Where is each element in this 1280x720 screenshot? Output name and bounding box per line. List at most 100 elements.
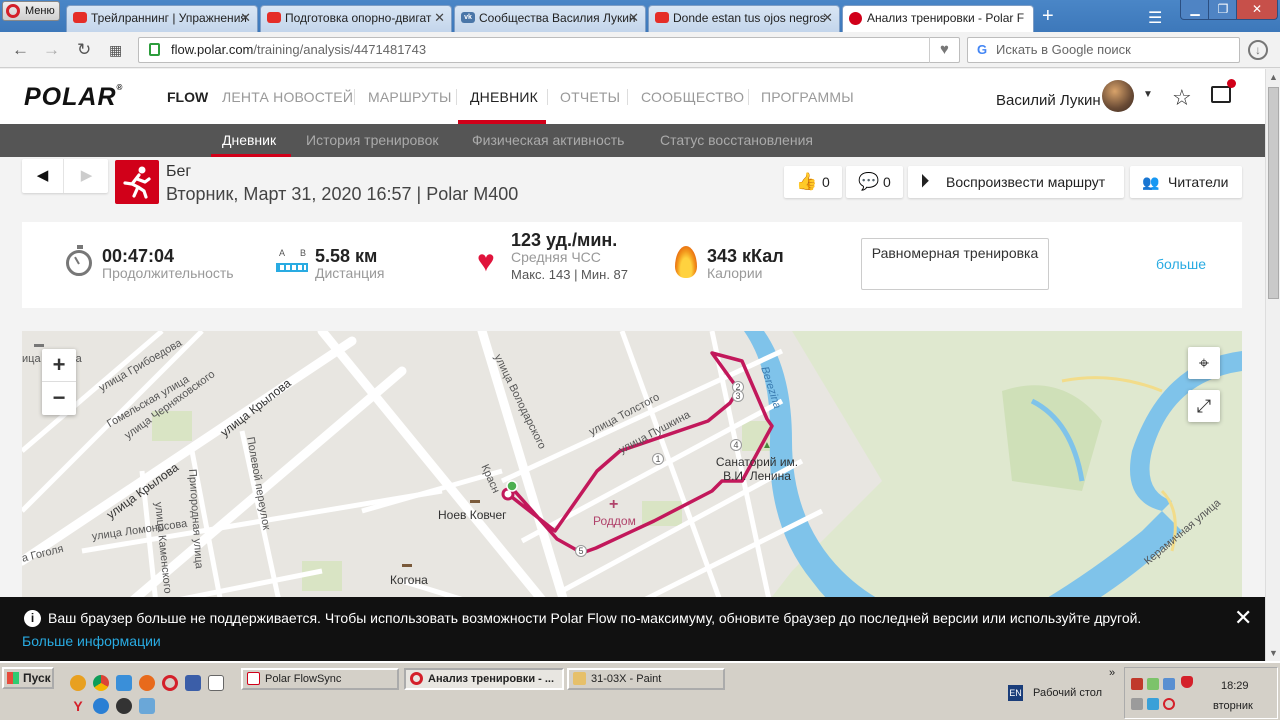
download-icon[interactable]: ↓ (1248, 40, 1268, 60)
next-session-icon[interactable]: ▶ (65, 159, 108, 193)
zoom-out-icon[interactable]: − (42, 382, 76, 415)
reload-icon[interactable]: ↻ (77, 40, 91, 60)
tray-update-icon[interactable] (1147, 698, 1159, 710)
tab-trailrunning[interactable]: Трейлраннинг | Упражнения ✕ (66, 5, 258, 32)
map-zoom-control: + − (42, 349, 76, 415)
chevron-down-icon[interactable]: ▼ (1143, 89, 1153, 100)
lap-marker-4[interactable]: 4 (730, 439, 742, 451)
tab-donde-estan[interactable]: Donde estan tus ojos negros ✕ (648, 5, 840, 32)
like-button[interactable]: 👍 0 (784, 166, 842, 198)
tray-app-icon[interactable] (1147, 678, 1159, 690)
subnav-activity[interactable]: Физическая активность (472, 132, 624, 148)
quicklaunch-avast-icon[interactable] (70, 675, 86, 691)
map-label-sanatorium: Санаторий им. В.И. Ленина (715, 455, 799, 483)
polar-logo[interactable]: POLAR® (24, 83, 123, 112)
tab-menu-icon[interactable]: ☰ (1148, 8, 1162, 28)
nav-programs[interactable]: ПРОГРАММЫ (761, 89, 854, 105)
clock-time[interactable]: 18:29 (1221, 680, 1249, 692)
paint-icon (573, 672, 586, 685)
desktop-toolbar-label[interactable]: Рабочий стол (1033, 687, 1102, 699)
nav-routes[interactable]: МАРШРУТЫ (368, 89, 452, 105)
fullscreen-icon[interactable]: ⤢ (1188, 390, 1220, 422)
subnav-training-history[interactable]: История тренировок (306, 132, 438, 148)
quicklaunch-calendar-icon[interactable] (208, 675, 224, 691)
bookmark-heart-icon[interactable]: ♥ (929, 37, 959, 63)
avatar[interactable] (1102, 80, 1134, 112)
polar-flow-page: POLAR® FLOW ЛЕНТА НОВОСТЕЙ МАРШРУТЫ ДНЕВ… (0, 69, 1265, 661)
task-polar-flowsync[interactable]: Polar FlowSync (241, 668, 399, 690)
back-arrow-icon[interactable]: ← (12, 40, 29, 60)
calories-value: 343 кКал (707, 246, 784, 266)
scroll-thumb[interactable] (1268, 87, 1279, 299)
comment-count: 0 (883, 174, 891, 190)
tray-antivirus-icon[interactable] (1131, 678, 1143, 690)
quicklaunch-home-icon[interactable] (116, 675, 132, 691)
tab-close-icon[interactable]: ✕ (822, 6, 833, 30)
notice-more-info-link[interactable]: Больше информации (22, 633, 161, 649)
like-count: 0 (822, 174, 830, 190)
star-icon[interactable]: ☆ (1172, 85, 1192, 111)
tab-close-icon[interactable]: ✕ (434, 6, 445, 30)
language-indicator[interactable]: EN (1008, 685, 1023, 701)
tray-shield-icon[interactable] (1181, 676, 1193, 688)
lap-marker-5[interactable]: 5 (575, 545, 587, 557)
start-label: Пуск (23, 671, 51, 685)
nav-community[interactable]: СООБЩЕСТВО (641, 89, 744, 105)
more-stats-link[interactable]: больше (1156, 256, 1206, 272)
youtube-icon (655, 12, 669, 23)
scroll-up-icon[interactable]: ▲ (1269, 72, 1278, 82)
zoom-in-icon[interactable]: + (42, 349, 76, 382)
quicklaunch-player-icon[interactable] (116, 698, 132, 714)
quicklaunch-opera-icon[interactable] (162, 675, 178, 691)
quicklaunch-ie-icon[interactable] (93, 698, 109, 714)
tab-close-icon[interactable]: ✕ (628, 6, 639, 30)
new-tab-plus-icon[interactable]: + (1042, 6, 1054, 26)
window-maximize-button[interactable]: ❐ (1208, 0, 1238, 20)
nav-news-feed[interactable]: ЛЕНТА НОВОСТЕЙ (222, 89, 353, 105)
lap-marker-1[interactable]: 1 (652, 453, 664, 465)
quicklaunch-save-icon[interactable] (185, 675, 201, 691)
forward-arrow-icon[interactable]: → (43, 40, 60, 60)
training-benefit-badge[interactable]: Равномерная тренировка (861, 238, 1049, 290)
speed-dial-grid-icon[interactable]: ▦ (109, 42, 122, 59)
task-opera-polar[interactable]: Анализ тренировки - ... (404, 668, 564, 690)
replay-route-label: Воспроизвести маршрут (946, 174, 1106, 190)
tab-podgotovka[interactable]: Подготовка опорно-двигат ✕ (260, 5, 452, 32)
notifications-icon[interactable] (1211, 79, 1236, 103)
task-paint[interactable]: 31-03X - Paint (567, 668, 725, 690)
previous-session-icon[interactable]: ◀ (22, 159, 64, 193)
tab-vk-communities[interactable]: vk Сообщества Василия Лукин ✕ (454, 5, 646, 32)
user-name[interactable]: Василий Лукин (996, 92, 1101, 109)
tray-network-icon[interactable] (1163, 678, 1175, 690)
subnav-diary[interactable]: Дневник (222, 132, 276, 148)
locate-crosshair-icon[interactable]: ⌖ (1188, 347, 1220, 379)
scroll-down-icon[interactable]: ▼ (1269, 648, 1278, 658)
quicklaunch-app-icon[interactable] (139, 698, 155, 714)
quicklaunch-chrome-icon[interactable] (93, 675, 109, 691)
browser-menu-button[interactable]: Меню (2, 1, 60, 21)
quicklaunch-firefox-icon[interactable] (139, 675, 155, 691)
google-search-input[interactable]: G Искать в Google поиск (967, 37, 1240, 63)
tab-close-icon[interactable]: ✕ (240, 6, 251, 30)
lap-marker-3[interactable]: 3 (732, 390, 744, 402)
info-icon: i (24, 610, 41, 627)
window-minimize-button[interactable]: ▁ (1180, 0, 1210, 20)
subnav-recovery-status[interactable]: Статус восстановления (660, 132, 813, 148)
tray-device-icon[interactable] (1131, 698, 1143, 710)
close-icon[interactable]: ✕ (1234, 605, 1252, 631)
window-close-button[interactable]: ✕ (1236, 0, 1278, 20)
start-button[interactable]: Пуск (2, 667, 54, 689)
tab-title: Подготовка опорно-двигат (285, 11, 432, 25)
replay-route-button[interactable]: ⏵ Воспроизвести маршрут (908, 166, 1124, 198)
tray-opera-icon[interactable] (1163, 698, 1175, 710)
nav-diary[interactable]: ДНЕВНИК (470, 89, 538, 105)
task-label: 31-03X - Paint (591, 673, 662, 685)
comments-button[interactable]: 💬 0 (846, 166, 903, 198)
quicklaunch-yandex-icon[interactable]: Y (70, 698, 86, 714)
page-scrollbar[interactable]: ▲ ▼ (1265, 69, 1280, 661)
followers-button[interactable]: 👥 Читатели (1130, 166, 1242, 198)
url-input[interactable]: flow.polar.com/training/analysis/4471481… (138, 37, 960, 63)
nav-reports[interactable]: ОТЧЕТЫ (560, 89, 620, 105)
toolbar-expand-icon[interactable]: » (1109, 667, 1115, 679)
tab-polar-analysis[interactable]: Анализ тренировки - Polar F (842, 5, 1034, 32)
